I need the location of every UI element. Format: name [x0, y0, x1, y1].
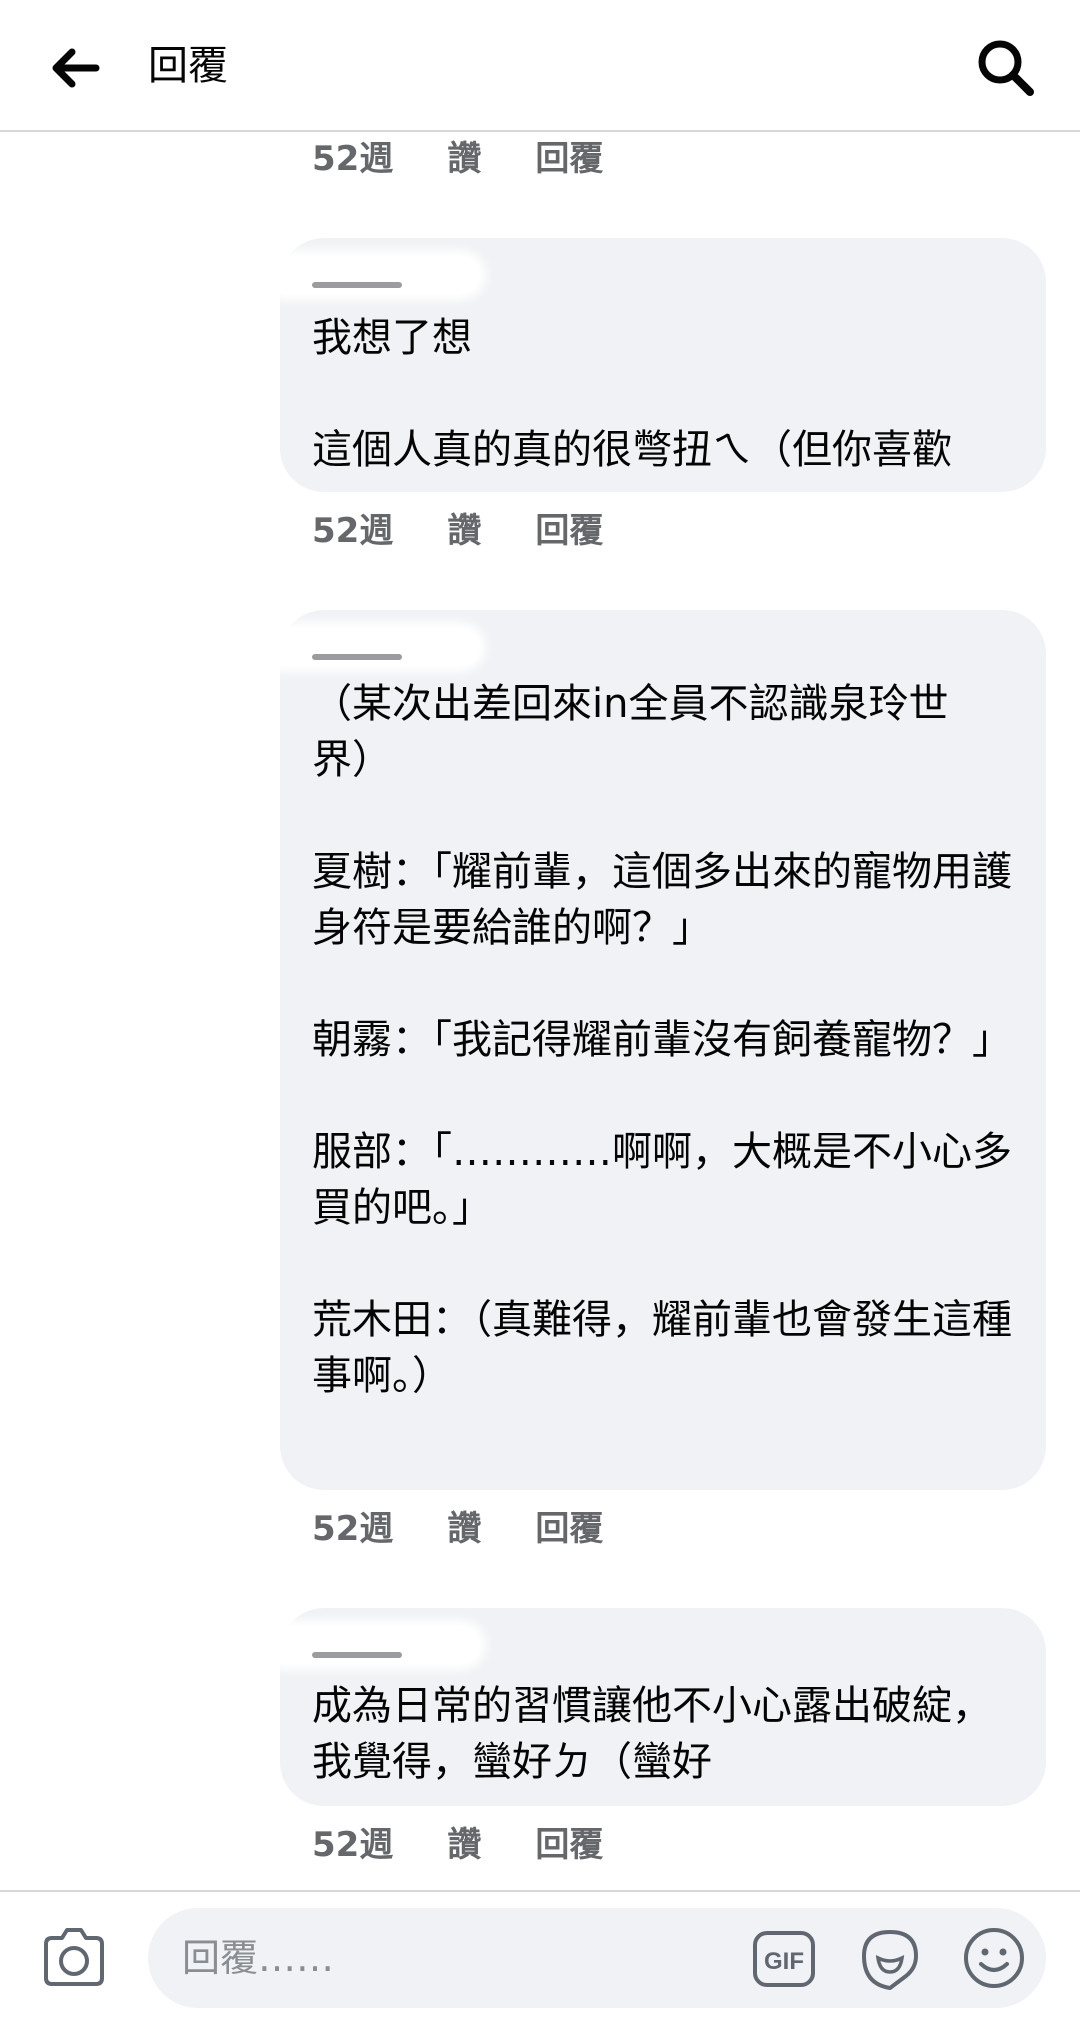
comment-author-name [264, 1626, 480, 1664]
gif-label: GIF [764, 1948, 804, 1975]
comment-actions: 52週 讚 回覆 [312, 134, 603, 184]
like-button[interactable]: 讚 [447, 506, 481, 556]
gif-icon[interactable]: GIF [752, 1930, 816, 1988]
reply-thread: 52週 讚 回覆 我想了想 這個人真的真的很彆扭ㄟ（但你喜歡 52週 讚 回覆 … [0, 132, 1080, 1890]
like-button[interactable]: 讚 [447, 1504, 481, 1554]
comment-actions: 52週 讚 回覆 [312, 506, 603, 556]
reply-button[interactable]: 回覆 [535, 1504, 603, 1554]
top-app-bar: 回覆 [0, 0, 1080, 132]
like-button[interactable]: 讚 [447, 134, 481, 184]
comment-timestamp: 52週 [312, 511, 394, 551]
smiley-icon[interactable] [962, 1926, 1026, 1990]
redacted-name-mark [312, 282, 402, 288]
redacted-name-mark [312, 654, 402, 660]
like-button[interactable]: 讚 [447, 1820, 481, 1870]
reply-composer: GIF [0, 1890, 1080, 2020]
camera-icon[interactable] [40, 1926, 108, 1988]
reply-button[interactable]: 回覆 [535, 506, 603, 556]
reply-button[interactable]: 回覆 [535, 134, 603, 184]
comment-actions: 52週 讚 回覆 [312, 1504, 603, 1554]
comment-timestamp: 52週 [312, 1825, 394, 1865]
comment-bubble: 成為日常的習慣讓他不小心露出破綻，我覺得，蠻好ㄉ（蠻好 [264, 1608, 1046, 1806]
reply-button[interactable]: 回覆 [535, 1820, 603, 1870]
search-icon[interactable] [974, 36, 1036, 98]
redacted-name-mark [312, 1652, 402, 1658]
comment-author-name [264, 628, 480, 666]
comment-timestamp: 52週 [312, 1509, 394, 1549]
comment-bubble: （某次出差回來in全員不認識泉玲世界） 夏樹：「耀前輩，這個多出來的寵物用護身符… [264, 610, 1046, 1490]
back-arrow-icon[interactable] [46, 40, 102, 96]
comment-text: 我想了想 這個人真的真的很彆扭ㄟ（但你喜歡 [312, 315, 952, 473]
page-title: 回覆 [148, 43, 228, 89]
comment-author-name [264, 256, 480, 294]
comment-actions: 52週 讚 回覆 [312, 1820, 603, 1870]
comment-bubble: 我想了想 這個人真的真的很彆扭ㄟ（但你喜歡 [264, 238, 1046, 492]
sticker-icon[interactable] [856, 1926, 922, 1992]
comment-text: 成為日常的習慣讓他不小心露出破綻，我覺得，蠻好ㄉ（蠻好 [312, 1683, 992, 1785]
comment-text: （某次出差回來in全員不認識泉玲世界） 夏樹：「耀前輩，這個多出來的寵物用護身符… [312, 681, 1012, 1399]
comment-timestamp: 52週 [312, 139, 394, 179]
